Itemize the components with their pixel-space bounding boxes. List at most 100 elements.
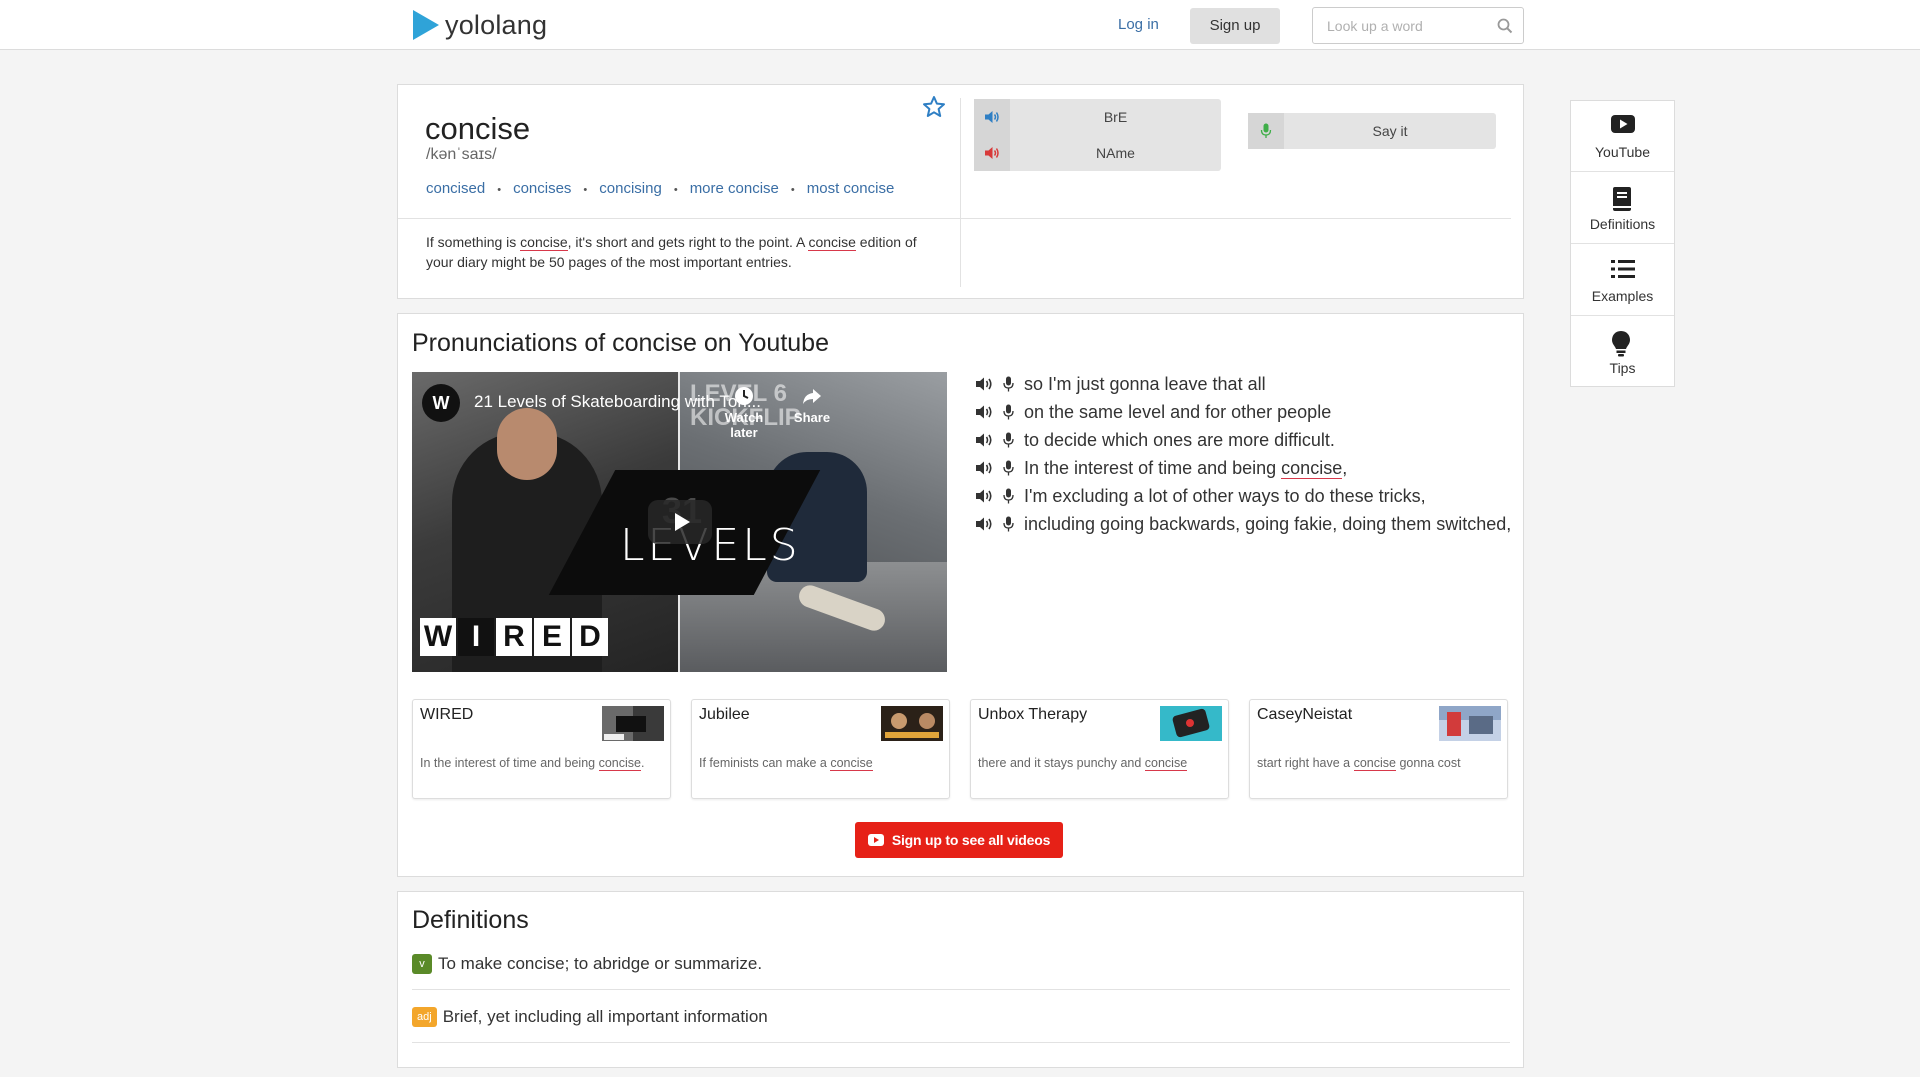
highlighted-word: concise (1144, 756, 1188, 771)
card-caption: In the interest of time and being concis… (420, 756, 645, 771)
word-form-link[interactable]: concises (513, 180, 571, 200)
youtube-icon (1611, 115, 1635, 133)
highlighted-word: concise (598, 756, 641, 771)
divider (960, 98, 961, 287)
pos-badge: adj (412, 1006, 437, 1027)
definition-text: To make concise; to abridge or summarize… (438, 953, 763, 973)
speaker-icon[interactable] (975, 488, 995, 504)
transcript-line[interactable]: on the same level and for other people (975, 398, 1515, 426)
sidenav-tips[interactable]: Tips (1571, 317, 1674, 388)
video-thumbnail (881, 706, 943, 741)
clock-icon (735, 387, 753, 405)
speaker-icon[interactable] (975, 460, 995, 476)
pronunciation-buttons: BrE NAme (974, 99, 1221, 171)
divider (961, 218, 1511, 219)
pron-name-button[interactable]: NAme (974, 135, 1221, 171)
video-thumbnail (1439, 706, 1501, 741)
microphone-icon[interactable] (1003, 488, 1014, 504)
say-it-button[interactable]: Say it (1248, 113, 1496, 149)
watch-later-button[interactable]: Watch later (714, 386, 774, 440)
video-card[interactable]: Jubilee If feminists can make a concise (691, 699, 950, 799)
video-card[interactable]: WIRED In the interest of time and being … (412, 699, 671, 799)
microphone-icon[interactable] (1003, 516, 1014, 532)
pos-badge: v (412, 953, 432, 974)
word-panel: concise /kənˈsaɪs/ concised • concises • c… (397, 84, 1524, 299)
login-link[interactable]: Log in (1100, 12, 1177, 38)
ipa-transcription: /kənˈsaɪs/ (426, 146, 497, 163)
side-navigation: YouTube Definitions Examples Tips (1570, 100, 1675, 387)
video-card[interactable]: CaseyNeistat start right have a concise … (1249, 699, 1508, 799)
speaker-icon[interactable] (975, 432, 995, 448)
video-thumbnail (602, 706, 664, 741)
highlighted-word: concise (1353, 756, 1396, 771)
wired-watermark: WIRED (420, 618, 608, 656)
watermark-letter: R (496, 618, 532, 656)
channel-avatar[interactable]: W (422, 384, 460, 422)
sidenav-examples[interactable]: Examples (1571, 245, 1674, 316)
card-caption: start right have a concise gonna cost (1257, 756, 1461, 771)
video-player[interactable]: LEVEL 6KICKFLIP 31 LEVELS W 21 Levels of… (412, 372, 947, 672)
separator-dot: • (673, 184, 678, 196)
word-blurb: If something is concise, it's short and … (426, 234, 917, 270)
lightbulb-icon (1612, 331, 1630, 357)
section-title: Pronunciations of concise on Youtube (412, 329, 829, 357)
transcript-line[interactable]: so I'm just gonna leave that all (975, 370, 1515, 398)
watermark-letter: I (458, 618, 494, 656)
definition-item: v To make concise; to abridge or summari… (412, 938, 1510, 990)
signup-all-videos-button[interactable]: Sign up to see all videos (855, 822, 1063, 858)
highlighted-word: concise (830, 756, 873, 771)
search-icon[interactable] (1497, 18, 1513, 34)
logo-play-icon (413, 10, 439, 40)
highlighted-word: concise (808, 234, 856, 251)
share-button[interactable]: Share (782, 386, 842, 425)
definition-item: adj Brief, yet including all important i… (412, 991, 1510, 1043)
highlighted-word: concise (520, 234, 568, 251)
top-navbar: yololang Log in Sign up (0, 0, 1920, 50)
card-caption: If feminists can make a concise (699, 756, 873, 771)
speaker-icon[interactable] (975, 404, 995, 420)
card-channel: Unbox Therapy (978, 706, 1088, 723)
separator-dot: • (583, 184, 588, 196)
speaker-icon[interactable] (975, 516, 995, 532)
speaker-icon[interactable] (975, 376, 995, 392)
list-icon (1611, 260, 1635, 278)
search-box (1312, 7, 1524, 44)
sidenav-definitions[interactable]: Definitions (1571, 173, 1674, 244)
separator-dot: • (497, 184, 502, 196)
microphone-icon[interactable] (1003, 404, 1014, 420)
watermark-letter: D (572, 618, 608, 656)
signup-button[interactable]: Sign up (1190, 8, 1280, 44)
definitions-panel: Definitions v To make concise; to abridg… (397, 891, 1524, 1068)
transcript-line[interactable]: including going backwards, going fakie, … (975, 510, 1515, 534)
card-channel: CaseyNeistat (1257, 706, 1353, 723)
word-form-link[interactable]: most concise (807, 180, 895, 200)
logo[interactable]: yololang (413, 8, 547, 42)
word-form-link[interactable]: concised (426, 180, 485, 200)
microphone-icon[interactable] (1003, 432, 1014, 448)
word-form-link[interactable]: concising (599, 180, 662, 200)
definition-text: Brief, yet including all important infor… (442, 1006, 768, 1026)
transcript-line[interactable]: I'm excluding a lot of other ways to do … (975, 482, 1515, 510)
watermark-letter: W (420, 618, 456, 656)
separator-dot: • (790, 184, 795, 196)
search-input[interactable] (1313, 8, 1493, 43)
highlighted-word: concise (1281, 458, 1343, 479)
headword: concise (425, 111, 531, 146)
favorite-star-icon[interactable] (922, 95, 946, 119)
transcript-line[interactable]: to decide which ones are more difficult. (975, 426, 1515, 454)
sidenav-youtube[interactable]: YouTube (1571, 101, 1674, 172)
transcript-line[interactable]: In the interest of time and being concis… (975, 454, 1515, 482)
book-icon (1613, 187, 1631, 211)
video-card[interactable]: Unbox Therapy there and it stays punchy … (970, 699, 1229, 799)
video-person-head (497, 408, 557, 480)
microphone-icon[interactable] (1003, 376, 1014, 392)
pron-bre-button[interactable]: BrE (974, 99, 1221, 135)
play-button[interactable] (648, 500, 712, 544)
microphone-icon[interactable] (1003, 460, 1014, 476)
card-channel: WIRED (420, 706, 474, 723)
divider (398, 218, 960, 219)
transcript-lines: so I'm just gonna leave that all on the … (975, 370, 1515, 534)
word-form-link[interactable]: more concise (690, 180, 779, 200)
card-channel: Jubilee (699, 706, 750, 723)
youtube-icon (867, 834, 884, 846)
